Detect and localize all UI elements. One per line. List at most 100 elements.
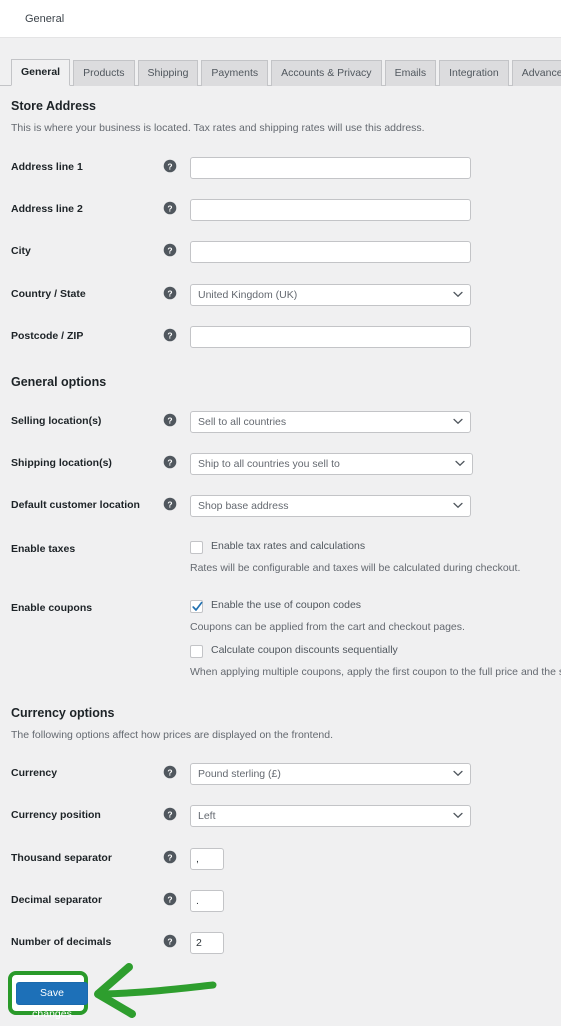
help-icon[interactable]: ?: [163, 328, 179, 344]
country-state-value: United Kingdom (UK): [198, 289, 298, 301]
field-row-decimal-separator: Decimal separator ?: [11, 890, 561, 912]
label-currency: Currency: [11, 767, 58, 779]
default-customer-location-value: Shop base address: [198, 500, 289, 512]
tab-emails[interactable]: Emails: [384, 60, 437, 86]
label-default-customer-location: Default customer location: [11, 499, 140, 511]
country-state-select[interactable]: United Kingdom (UK): [190, 284, 471, 306]
enable-coupons-description: Coupons can be applied from the cart and…: [190, 621, 465, 633]
enable-coupons-checkbox-label: Enable the use of coupon codes: [211, 599, 362, 611]
field-row-currency-position: Currency position ? Left: [11, 805, 561, 827]
help-icon[interactable]: ?: [163, 892, 179, 908]
help-icon[interactable]: ?: [163, 934, 179, 950]
save-area: Save changes: [8, 971, 88, 1020]
svg-text:?: ?: [167, 809, 172, 819]
label-selling-locations: Selling location(s): [11, 415, 102, 427]
help-icon[interactable]: ?: [163, 243, 179, 259]
tab-advanced[interactable]: Advanced: [511, 60, 561, 86]
help-icon[interactable]: ?: [163, 201, 179, 217]
field-row-shipping-locations: Shipping location(s) ? Ship to all count…: [11, 453, 561, 475]
svg-text:?: ?: [167, 415, 172, 425]
chevron-down-icon: [453, 289, 463, 301]
chevron-down-icon: [453, 810, 463, 822]
enable-taxes-checkbox[interactable]: [190, 541, 203, 554]
help-icon[interactable]: ?: [163, 765, 179, 781]
field-row-address-line-2: Address line 2 ?: [11, 199, 561, 221]
sequential-coupons-checkbox[interactable]: [190, 645, 203, 658]
selling-locations-value: Sell to all countries: [198, 416, 287, 428]
tab-integration[interactable]: Integration: [439, 60, 509, 86]
number-of-decimals-input[interactable]: [190, 932, 224, 954]
sequential-coupons-checkbox-label: Calculate coupon discounts sequentially: [211, 644, 398, 656]
shipping-locations-select[interactable]: Ship to all countries you sell to: [190, 453, 473, 475]
currency-position-select[interactable]: Left: [190, 805, 471, 827]
enable-taxes-description: Rates will be configurable and taxes wil…: [190, 562, 521, 574]
annotation-arrow-icon: [85, 963, 225, 1026]
tab-products[interactable]: Products: [73, 60, 135, 86]
currency-select[interactable]: Pound sterling (£): [190, 763, 471, 785]
tab-accounts-privacy[interactable]: Accounts & Privacy: [271, 60, 382, 86]
currency-options-description: The following options affect how prices …: [11, 729, 334, 741]
help-icon[interactable]: ?: [163, 497, 179, 513]
help-icon[interactable]: ?: [163, 850, 179, 866]
svg-text:?: ?: [167, 767, 172, 777]
label-address-line-2: Address line 2: [11, 203, 83, 215]
chevron-down-icon: [453, 500, 463, 512]
label-city: City: [11, 245, 31, 257]
thousand-separator-input[interactable]: [190, 848, 224, 870]
field-row-currency: Currency ? Pound sterling (£): [11, 763, 561, 785]
shipping-locations-value: Ship to all countries you sell to: [198, 458, 340, 470]
currency-value: Pound sterling (£): [198, 768, 281, 780]
currency-options-heading: Currency options: [11, 706, 115, 720]
tab-general[interactable]: General: [11, 59, 71, 86]
field-row-default-customer-location: Default customer location ? Shop base ad…: [11, 495, 561, 517]
sequential-coupons-description: When applying multiple coupons, apply th…: [190, 666, 561, 678]
field-row-country-state: Country / State ? United Kingdom (UK): [11, 284, 561, 306]
default-customer-location-select[interactable]: Shop base address: [190, 495, 471, 517]
city-input[interactable]: [190, 241, 471, 263]
enable-coupons-checkbox[interactable]: [190, 600, 203, 613]
svg-text:?: ?: [167, 245, 172, 255]
label-currency-position: Currency position: [11, 809, 101, 821]
svg-text:?: ?: [167, 203, 172, 213]
svg-text:?: ?: [167, 499, 172, 509]
label-thousand-separator: Thousand separator: [11, 852, 112, 864]
admin-topbar: General: [0, 0, 561, 38]
svg-text:?: ?: [167, 936, 172, 946]
field-row-thousand-separator: Thousand separator ?: [11, 848, 561, 870]
help-icon[interactable]: ?: [163, 286, 179, 302]
help-icon[interactable]: ?: [163, 807, 179, 823]
chevron-down-icon: [455, 458, 465, 470]
save-changes-button[interactable]: Save changes: [16, 982, 88, 1020]
chevron-down-icon: [453, 416, 463, 428]
field-row-postcode-zip: Postcode / ZIP ?: [11, 326, 561, 348]
field-row-enable-coupons: Enable coupons Enable the use of coupon …: [11, 598, 561, 678]
svg-text:?: ?: [167, 330, 172, 340]
field-row-number-of-decimals: Number of decimals ?: [11, 932, 561, 954]
tab-payments[interactable]: Payments: [201, 60, 269, 86]
label-enable-coupons: Enable coupons: [11, 602, 93, 614]
svg-text:?: ?: [167, 288, 172, 298]
label-postcode-zip: Postcode / ZIP: [11, 330, 84, 342]
page-title: General: [25, 12, 65, 25]
svg-text:?: ?: [167, 852, 172, 862]
label-decimal-separator: Decimal separator: [11, 894, 103, 906]
help-icon[interactable]: ?: [163, 159, 179, 175]
store-address-description: This is where your business is located. …: [11, 122, 425, 134]
help-icon[interactable]: ?: [163, 455, 179, 471]
enable-taxes-checkbox-label: Enable tax rates and calculations: [211, 540, 366, 552]
label-country-state: Country / State: [11, 288, 86, 300]
label-address-line-1: Address line 1: [11, 161, 83, 173]
field-row-address-line-1: Address line 1 ?: [11, 157, 561, 179]
address-line-1-input[interactable]: [190, 157, 471, 179]
field-row-enable-taxes: Enable taxes Enable tax rates and calcul…: [11, 539, 561, 574]
address-line-2-input[interactable]: [190, 199, 471, 221]
general-options-heading: General options: [11, 375, 107, 389]
postcode-zip-input[interactable]: [190, 326, 471, 348]
help-icon[interactable]: ?: [163, 413, 179, 429]
chevron-down-icon: [453, 768, 463, 780]
selling-locations-select[interactable]: Sell to all countries: [190, 411, 471, 433]
decimal-separator-input[interactable]: [190, 890, 224, 912]
settings-tab-nav: General Products Shipping Payments Accou…: [0, 38, 561, 86]
field-row-city: City ?: [11, 241, 561, 263]
tab-shipping[interactable]: Shipping: [137, 60, 199, 86]
